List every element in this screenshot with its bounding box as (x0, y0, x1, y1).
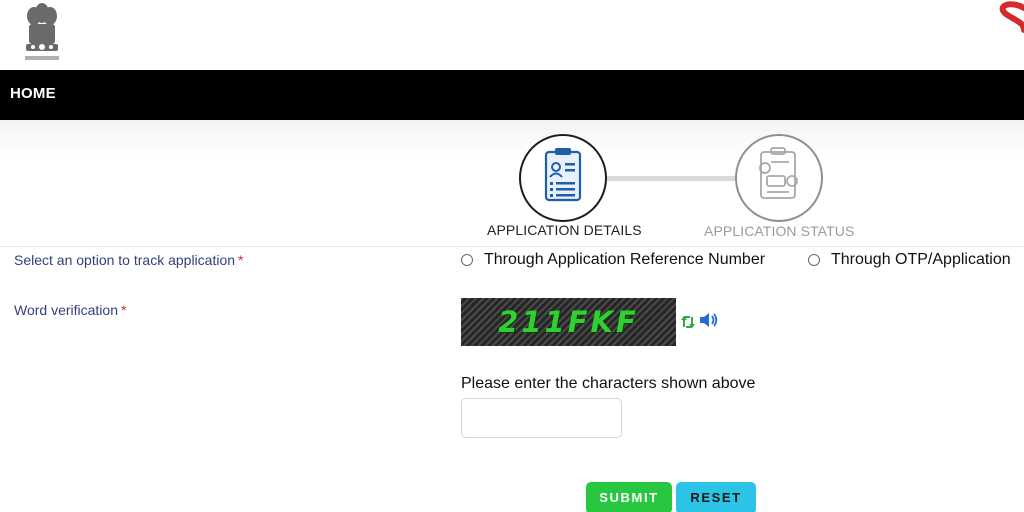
captcha-text: 211FKF (498, 305, 639, 339)
radio-reference-number-label: Through Application Reference Number (484, 251, 766, 268)
speaker-icon[interactable] (699, 311, 719, 329)
application-form-icon (544, 148, 582, 202)
radio-otp-application[interactable]: Through OTP/Application (808, 251, 1011, 269)
refresh-icon[interactable] (680, 313, 696, 331)
main-navbar: HOME (0, 70, 1024, 120)
section-divider (0, 246, 1024, 247)
required-marker: * (121, 302, 127, 318)
submit-button[interactable]: SUBMIT (586, 482, 672, 512)
radio-otp-application-label: Through OTP/Application (831, 251, 1011, 268)
nav-home-link[interactable]: HOME (10, 85, 56, 102)
brand-logo-icon (994, 0, 1024, 40)
track-option-label-text: Select an option to track application (14, 252, 236, 268)
step-label-application-details: APPLICATION DETAILS (487, 222, 642, 238)
step-application-details (519, 134, 607, 222)
reset-button[interactable]: RESET (676, 482, 756, 512)
word-verification-label-text: Word verification (14, 302, 119, 318)
header-shadow-band (0, 120, 1024, 156)
site-header (0, 0, 1024, 70)
captcha-image: 211FKF (461, 298, 676, 346)
captcha-input[interactable] (461, 398, 622, 438)
radio-reference-number[interactable]: Through Application Reference Number (461, 251, 765, 269)
radio-button[interactable] (461, 254, 473, 266)
required-marker: * (238, 252, 244, 268)
stepper-connector (604, 176, 738, 181)
application-status-icon (759, 147, 798, 199)
radio-button[interactable] (808, 254, 820, 266)
word-verification-label: Word verification * (14, 302, 126, 318)
track-option-label: Select an option to track application * (14, 252, 243, 268)
step-label-application-status: APPLICATION STATUS (704, 223, 855, 239)
state-emblem-icon (20, 0, 64, 66)
step-application-status (735, 134, 823, 222)
captcha-prompt: Please enter the characters shown above (461, 375, 756, 392)
